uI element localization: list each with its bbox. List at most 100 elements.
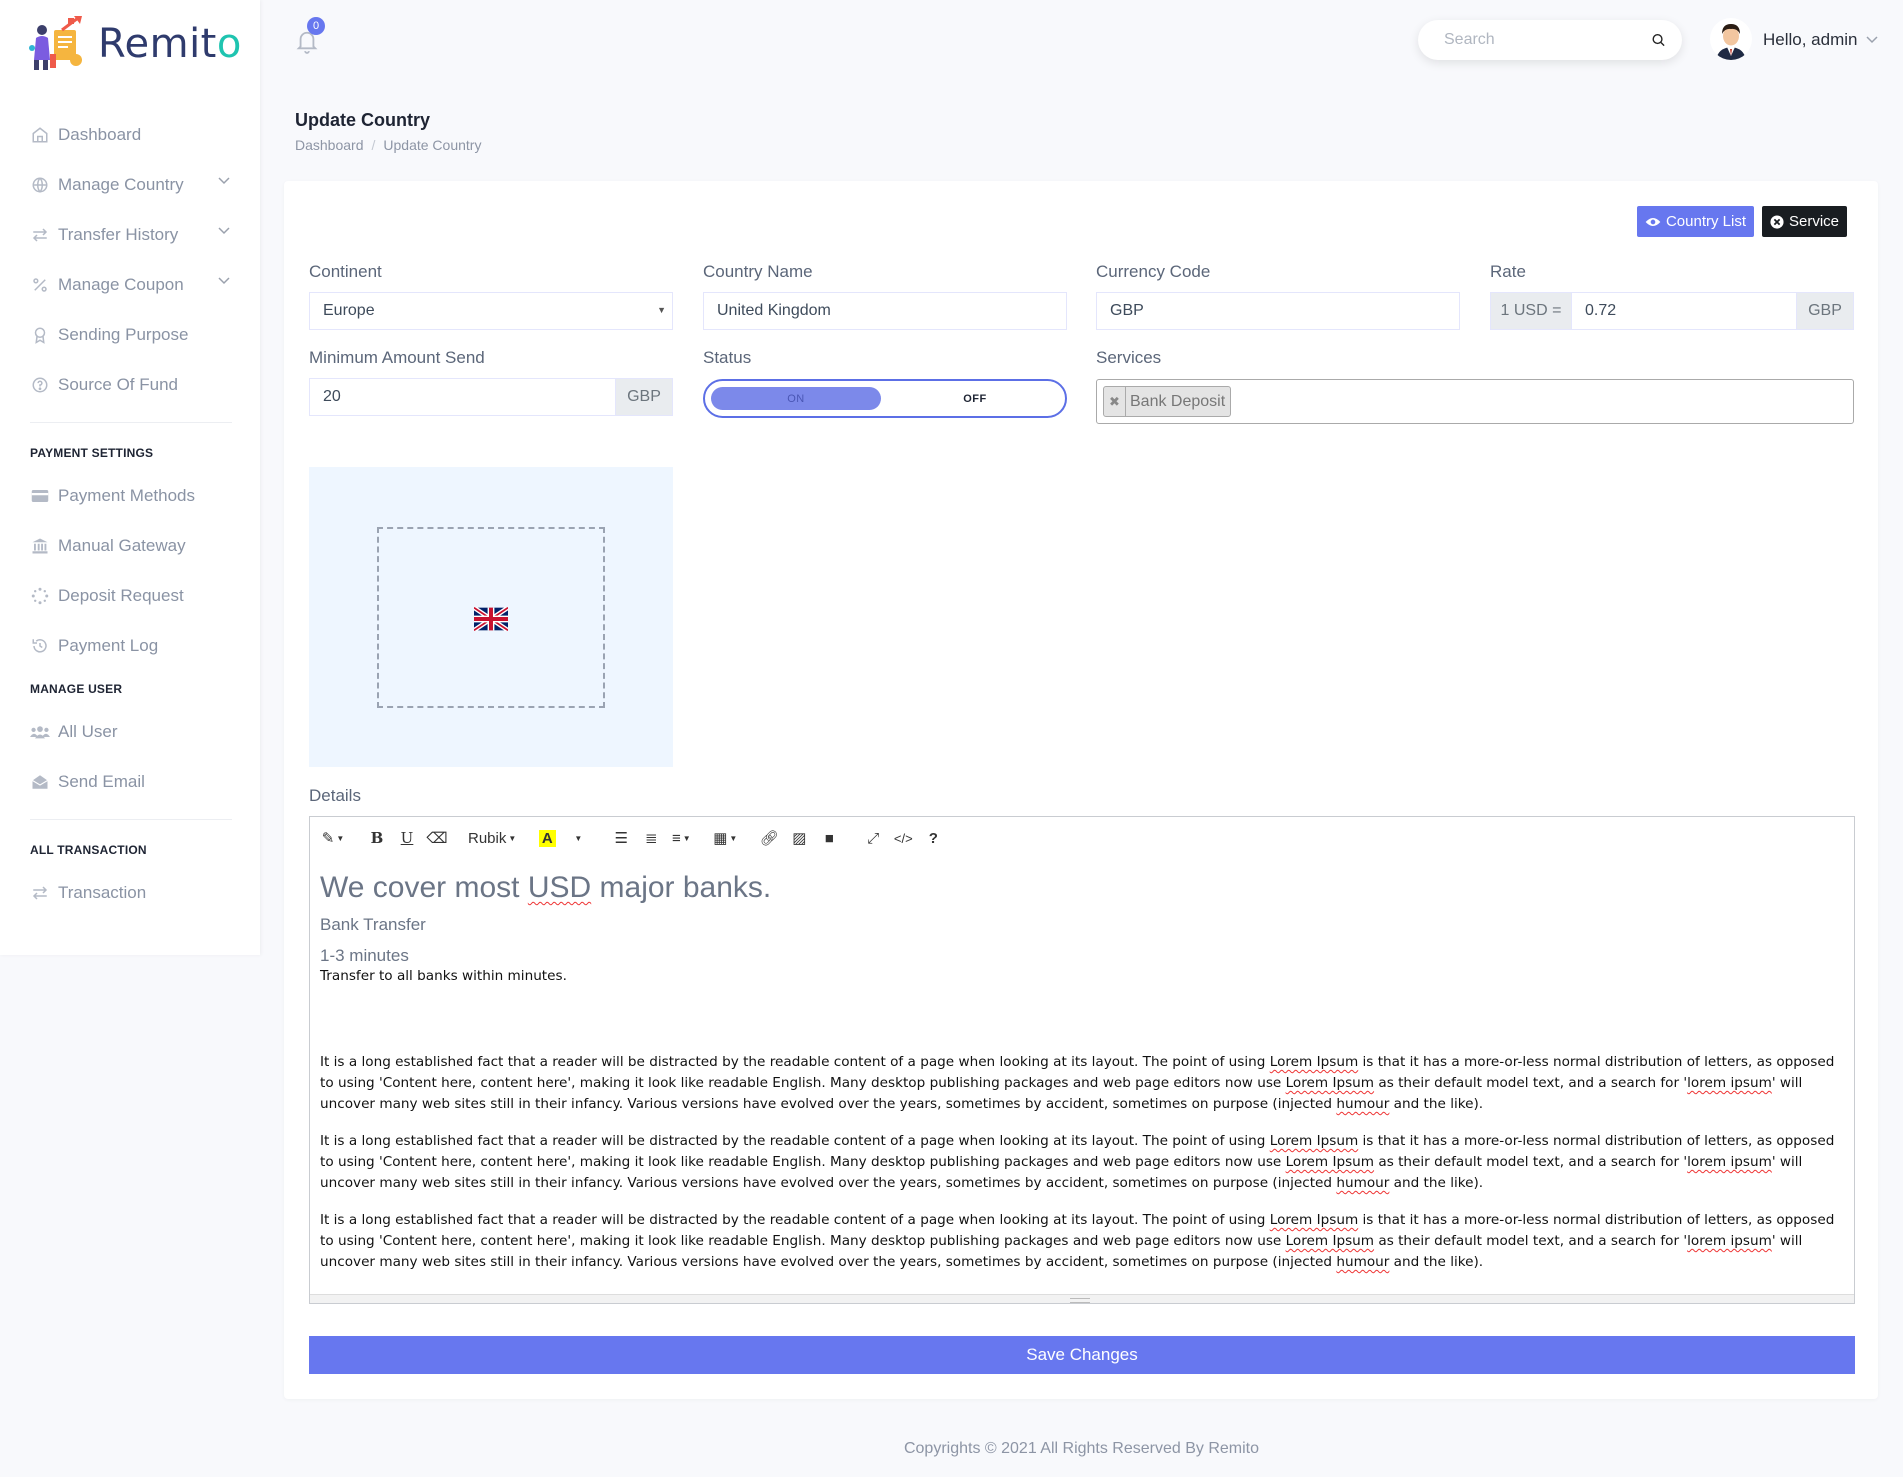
- editor-content[interactable]: We cover most USD major banks. Bank Tran…: [310, 859, 1854, 1273]
- avatar[interactable]: [1710, 18, 1752, 60]
- breadcrumb: Dashboard / Update Country: [295, 137, 481, 153]
- editor-time: 1-3 minutes: [320, 946, 409, 965]
- sidebar-item-label: Sending Purpose: [58, 325, 189, 344]
- currency-code-value: GBP: [1110, 302, 1144, 319]
- home-icon: [30, 125, 50, 145]
- search-icon[interactable]: [1651, 31, 1666, 49]
- sidebar-item-deposit-request[interactable]: Deposit Request: [0, 571, 260, 621]
- bank-icon: [30, 536, 50, 556]
- underline-icon[interactable]: U: [394, 825, 420, 851]
- sidebar-item-all-user[interactable]: All User: [0, 707, 260, 757]
- rate-suffix: GBP: [1796, 292, 1854, 330]
- editor-toolbar: ✎ ▼ B U ⌫ Rubik ▼ A ▼ ☰ ≣ ≡ ▼ ▦ ▼ 🔗︎ ▨ ■ ⤢ <…: [310, 817, 1854, 859]
- help-icon[interactable]: ?: [920, 825, 946, 851]
- link-icon[interactable]: 🔗︎: [756, 825, 782, 851]
- unordered-list-icon[interactable]: ☰: [608, 825, 634, 851]
- globe-icon: [30, 175, 50, 195]
- continent-label: Continent: [309, 262, 382, 281]
- logo-icon: [29, 16, 82, 70]
- font-family-dropdown[interactable]: Rubik ▼: [468, 825, 516, 851]
- sidebar-item-manage-coupon[interactable]: Manage Coupon: [0, 260, 260, 310]
- envelope-open-icon: [30, 772, 50, 792]
- sidebar-item-label: Manage Country: [58, 175, 184, 194]
- sidebar-item-manage-country[interactable]: Manage Country: [0, 160, 260, 210]
- services-multiselect[interactable]: ✖ Bank Deposit: [1096, 379, 1854, 424]
- sidebar-item-label: All User: [58, 722, 118, 741]
- sidebar-item-send-email[interactable]: Send Email: [0, 757, 260, 807]
- question-icon: [30, 375, 50, 395]
- rate-prefix: 1 USD =: [1490, 292, 1572, 330]
- magic-wand-icon[interactable]: ✎ ▼: [320, 825, 346, 851]
- chevron-down-icon: [218, 227, 230, 235]
- sidebar-item-sending-purpose[interactable]: Sending Purpose: [0, 310, 260, 360]
- search-bar: [1418, 20, 1682, 60]
- sidebar-item-dashboard[interactable]: Dashboard: [0, 110, 260, 160]
- breadcrumb-dashboard[interactable]: Dashboard: [295, 137, 364, 153]
- image-upload[interactable]: [309, 467, 673, 767]
- editor-paragraph: It is a long established fact that a rea…: [320, 1212, 1835, 1270]
- exchange-icon: [30, 225, 50, 245]
- sidebar-item-source-of-fund[interactable]: Source Of Fund: [0, 360, 260, 410]
- country-name-label: Country Name: [703, 262, 813, 281]
- continent-select[interactable]: Europe ▼: [309, 292, 673, 330]
- sidebar-item-transfer-history[interactable]: Transfer History: [0, 210, 260, 260]
- rate-field[interactable]: 0.72: [1571, 292, 1797, 330]
- chevron-down-icon[interactable]: ▼: [564, 825, 590, 851]
- rate-value: 0.72: [1585, 302, 1617, 319]
- country-list-button[interactable]: Country List: [1637, 206, 1754, 237]
- notification-badge: 0: [307, 17, 325, 35]
- currency-code-field[interactable]: GBP: [1096, 292, 1460, 330]
- rate-label: Rate: [1490, 262, 1526, 281]
- search-input[interactable]: [1444, 31, 1651, 49]
- video-icon[interactable]: ■: [816, 825, 842, 851]
- service-label: Service: [1788, 213, 1840, 230]
- status-off[interactable]: OFF: [895, 387, 1055, 410]
- eye-icon: [1645, 217, 1661, 226]
- service-button[interactable]: Service: [1762, 206, 1847, 237]
- min-amount-field[interactable]: 20: [309, 378, 616, 416]
- details-label: Details: [309, 786, 361, 805]
- min-amount-suffix: GBP: [615, 378, 673, 416]
- align-icon[interactable]: ≡ ▼: [668, 825, 694, 851]
- text-color-icon[interactable]: A: [534, 825, 560, 851]
- save-changes-button[interactable]: Save Changes: [309, 1336, 1855, 1374]
- section-heading-all-transaction: ALL TRANSACTION: [30, 843, 147, 857]
- sidebar-item-label: Manage Coupon: [58, 275, 184, 294]
- currency-code-label: Currency Code: [1096, 262, 1211, 281]
- remove-icon[interactable]: ✖: [1104, 387, 1126, 416]
- status-on[interactable]: ON: [711, 387, 881, 410]
- sidebar-item-payment-methods[interactable]: Payment Methods: [0, 471, 260, 521]
- min-amount-label: Minimum Amount Send: [309, 348, 485, 367]
- app-name: Remito: [98, 21, 242, 67]
- uk-flag-icon: [474, 607, 508, 631]
- status-toggle[interactable]: ON OFF: [703, 379, 1067, 418]
- rich-text-editor[interactable]: ✎ ▼ B U ⌫ Rubik ▼ A ▼ ☰ ≣ ≡ ▼ ▦ ▼ 🔗︎ ▨ ■ ⤢ <…: [309, 816, 1855, 1304]
- sidebar-item-transaction[interactable]: Transaction: [0, 868, 260, 918]
- code-view-icon[interactable]: </>: [890, 825, 916, 851]
- eraser-icon[interactable]: ⌫: [424, 825, 450, 851]
- user-menu[interactable]: Hello, admin: [1763, 30, 1878, 50]
- font-family-value: Rubik: [468, 829, 507, 847]
- sidebar-item-label: Send Email: [58, 772, 145, 791]
- continent-value: Europe: [323, 302, 375, 319]
- table-icon[interactable]: ▦ ▼: [712, 825, 738, 851]
- footer-text: Copyrights © 2021 All Rights Reserved By…: [903, 1440, 1260, 1457]
- sidebar-item-label: Manual Gateway: [58, 536, 186, 555]
- sidebar-item-payment-log[interactable]: Payment Log: [0, 621, 260, 671]
- sidebar-item-label: Deposit Request: [58, 586, 184, 605]
- fullscreen-icon[interactable]: ⤢: [860, 825, 886, 851]
- logo[interactable]: Remito: [28, 14, 242, 74]
- sidebar-nav: Dashboard Manage Country Transfer Histor…: [0, 110, 260, 918]
- country-list-label: Country List: [1665, 213, 1747, 230]
- image-icon[interactable]: ▨: [786, 825, 812, 851]
- sidebar-item-manual-gateway[interactable]: Manual Gateway: [0, 521, 260, 571]
- editor-resize-handle[interactable]: [310, 1294, 1854, 1303]
- country-name-field[interactable]: United Kingdom: [703, 292, 1067, 330]
- status-label: Status: [703, 348, 752, 367]
- credit-card-icon: [30, 486, 50, 506]
- bold-icon[interactable]: B: [364, 825, 390, 851]
- ordered-list-icon[interactable]: ≣: [638, 825, 664, 851]
- breadcrumb-separator: /: [371, 137, 376, 153]
- editor-heading: We cover most USD major banks.: [320, 871, 772, 904]
- sidebar-item-label: Transaction: [58, 883, 147, 902]
